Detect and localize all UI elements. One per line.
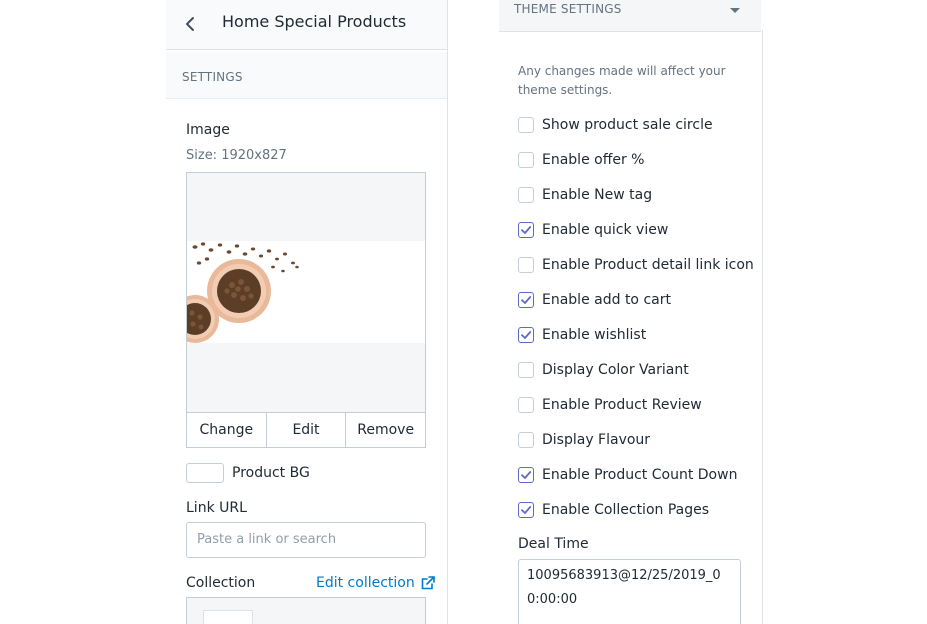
checkbox-label: Enable offer % — [542, 152, 645, 168]
checkbox-box[interactable] — [518, 117, 534, 133]
product-bg-color-swatch[interactable] — [186, 463, 224, 483]
checkbox-enable-add-to-cart[interactable]: Enable add to cart — [518, 290, 671, 310]
image-picker: Change Edit Remove — [186, 172, 426, 448]
checkbox-box[interactable] — [518, 397, 534, 413]
checkbox-label: Enable quick view — [542, 222, 669, 238]
checkbox-box[interactable] — [518, 222, 534, 238]
checkmark-icon — [521, 296, 532, 304]
collection-label: Collection — [186, 575, 256, 591]
image-actions: Change Edit Remove — [187, 412, 425, 447]
edit-collection-link[interactable]: Edit collection — [316, 575, 435, 591]
image-label: Image — [186, 122, 230, 138]
link-url-label: Link URL — [186, 500, 247, 516]
panel-header: Home Special Products — [166, 0, 447, 50]
checkbox-enable-wishlist[interactable]: Enable wishlist — [518, 325, 646, 345]
theme-settings-title: THEME SETTINGS — [514, 2, 622, 16]
link-url-input[interactable]: Paste a link or search — [186, 522, 426, 558]
checkbox-label: Display Color Variant — [542, 362, 689, 378]
checkbox-box[interactable] — [518, 292, 534, 308]
checkbox-box[interactable] — [518, 432, 534, 448]
product-bg-label: Product BG — [232, 465, 310, 481]
checkbox-box[interactable] — [518, 257, 534, 273]
checkbox-box[interactable] — [518, 187, 534, 203]
checkbox-box[interactable] — [518, 502, 534, 518]
checkbox-enable-product-count-down[interactable]: Enable Product Count Down — [518, 465, 737, 485]
checkbox-enable-offer[interactable]: Enable offer % — [518, 150, 644, 170]
checkbox-label: Enable Product detail link icon — [542, 257, 754, 273]
external-link-icon — [421, 576, 435, 590]
checkbox-box[interactable] — [518, 362, 534, 378]
checkbox-box[interactable] — [518, 152, 534, 168]
checkbox-display-color-variant[interactable]: Display Color Variant — [518, 360, 689, 380]
checkbox-box[interactable] — [518, 467, 534, 483]
checkmark-icon — [521, 226, 532, 234]
caret-down-icon — [730, 8, 740, 13]
checkbox-enable-collection-pages[interactable]: Enable Collection Pages — [518, 500, 709, 520]
checkmark-icon — [521, 506, 532, 514]
back-button[interactable] — [178, 12, 202, 36]
panel-divider — [762, 30, 763, 624]
page-title: Home Special Products — [222, 12, 407, 31]
collection-thumbnail — [203, 610, 253, 624]
edit-collection-label: Edit collection — [316, 575, 415, 591]
checkbox-display-flavour[interactable]: Display Flavour — [518, 430, 650, 450]
change-image-button[interactable]: Change — [187, 413, 267, 447]
remove-image-button[interactable]: Remove — [346, 413, 425, 447]
collection-picker[interactable] — [186, 597, 426, 624]
section-label: SETTINGS — [182, 70, 243, 84]
section-settings-panel: Home Special Products SETTINGS Image Siz… — [166, 0, 448, 624]
image-size-hint: Size: 1920x827 — [186, 148, 287, 163]
image-preview — [187, 241, 425, 343]
checkbox-label: Enable Collection Pages — [542, 502, 710, 518]
chevron-left-icon — [186, 17, 194, 31]
deal-time-input[interactable]: 10095683913@12/25/2019_00:00:00 — [518, 559, 741, 624]
checkbox-label: Show product sale circle — [542, 117, 713, 133]
checkbox-box[interactable] — [518, 327, 534, 343]
checkbox-label: Enable Product Review — [542, 397, 702, 413]
deal-time-label: Deal Time — [518, 536, 589, 552]
checkbox-label: Enable New tag — [542, 187, 653, 203]
checkbox-label: Enable wishlist — [542, 327, 647, 343]
edit-image-button[interactable]: Edit — [267, 413, 347, 447]
checkbox-label: Display Flavour — [542, 432, 651, 448]
theme-settings-header[interactable]: THEME SETTINGS — [499, 0, 761, 32]
checkbox-label: Enable Product Count Down — [542, 467, 738, 483]
checkbox-enable-product-review[interactable]: Enable Product Review — [518, 395, 702, 415]
checkmark-icon — [521, 471, 532, 479]
coffee-beans-image — [187, 241, 425, 343]
checkbox-enable-product-detail-link-icon[interactable]: Enable Product detail link icon — [518, 255, 754, 275]
settings-section-header: SETTINGS — [166, 52, 447, 99]
checkbox-show-product-sale-circle[interactable]: Show product sale circle — [518, 115, 713, 135]
theme-settings-panel: THEME SETTINGS Any changes made will aff… — [499, 0, 763, 624]
checkbox-enable-new-tag[interactable]: Enable New tag — [518, 185, 652, 205]
theme-settings-note: Any changes made will affect your theme … — [518, 64, 726, 97]
checkbox-label: Enable add to cart — [542, 292, 671, 308]
checkbox-enable-quick-view[interactable]: Enable quick view — [518, 220, 668, 240]
checkmark-icon — [521, 331, 532, 339]
